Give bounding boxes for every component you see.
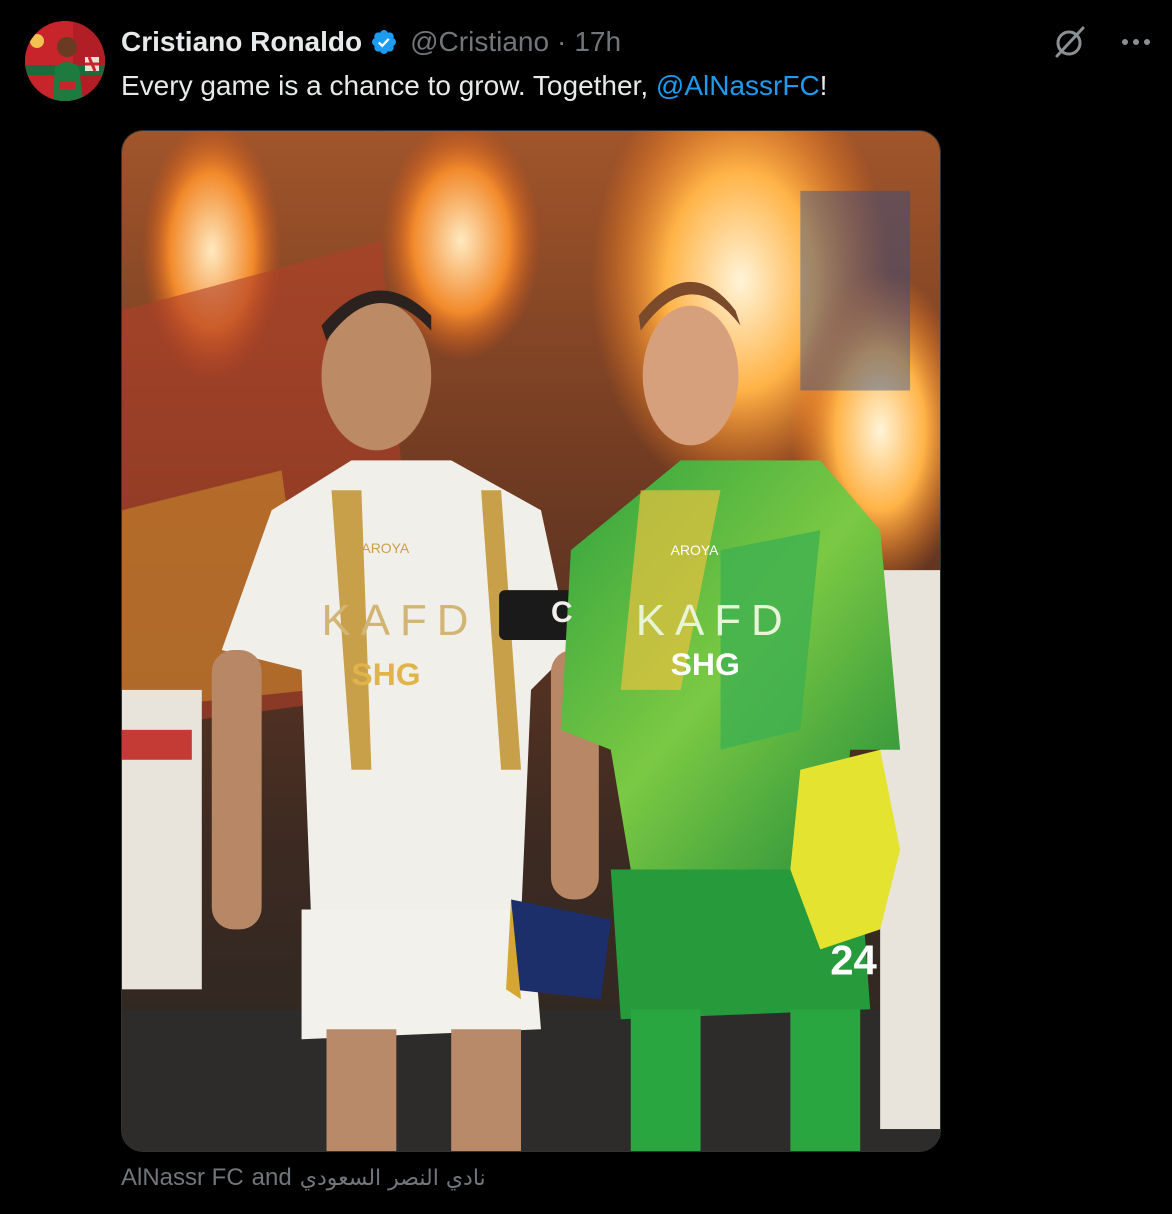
author-handle[interactable]: @Cristiano: [410, 26, 549, 58]
captain-band: C: [551, 596, 573, 629]
tagged-users: AlNassr FC and نادي النصر السعودي: [121, 1160, 486, 1196]
mention-link[interactable]: @AlNassrFC: [656, 70, 820, 101]
more-options-icon[interactable]: [1118, 24, 1154, 60]
timestamp[interactable]: 17h: [574, 26, 621, 58]
right-player-number: 24: [830, 936, 877, 983]
separator-dot: ·: [557, 26, 567, 57]
tweet-text-main: Every game is a chance to grow. Together…: [121, 70, 656, 101]
tweet-header: Cristiano Ronaldo @Cristiano · 17h: [121, 24, 621, 60]
tweet-photo[interactable]: KAFD SHG AROYA C KAFD SHG AROYA 24: [121, 130, 941, 1152]
right-brand-text: AROYA: [671, 542, 719, 558]
right-shirt-sub: SHG: [671, 646, 740, 682]
left-shirt-sub: SHG: [351, 656, 420, 692]
left-shirt-sponsor: KAFD: [322, 596, 479, 645]
tweet-text: Every game is a chance to grow. Together…: [121, 66, 1121, 106]
grok-icon[interactable]: [1052, 24, 1088, 60]
author-name[interactable]: Cristiano Ronaldo: [121, 26, 362, 58]
avatar[interactable]: [25, 21, 105, 101]
avatar-image: [25, 21, 105, 101]
left-brand-text: AROYA: [361, 540, 409, 556]
photo-image: KAFD SHG AROYA C KAFD SHG AROYA 24: [122, 131, 940, 1151]
tagged-user-2[interactable]: نادي النصر السعودي: [300, 1166, 486, 1191]
tweet: Cristiano Ronaldo @Cristiano · 17h Every…: [0, 0, 1172, 1214]
tweet-text-end: !: [819, 70, 828, 101]
tagged-user-1[interactable]: AlNassr FC: [121, 1164, 244, 1192]
tweet-top-actions: [1052, 24, 1154, 60]
tagged-conjunction: and: [251, 1164, 292, 1191]
right-shirt-sponsor: KAFD: [636, 596, 793, 645]
verified-badge-icon[interactable]: [370, 28, 398, 56]
